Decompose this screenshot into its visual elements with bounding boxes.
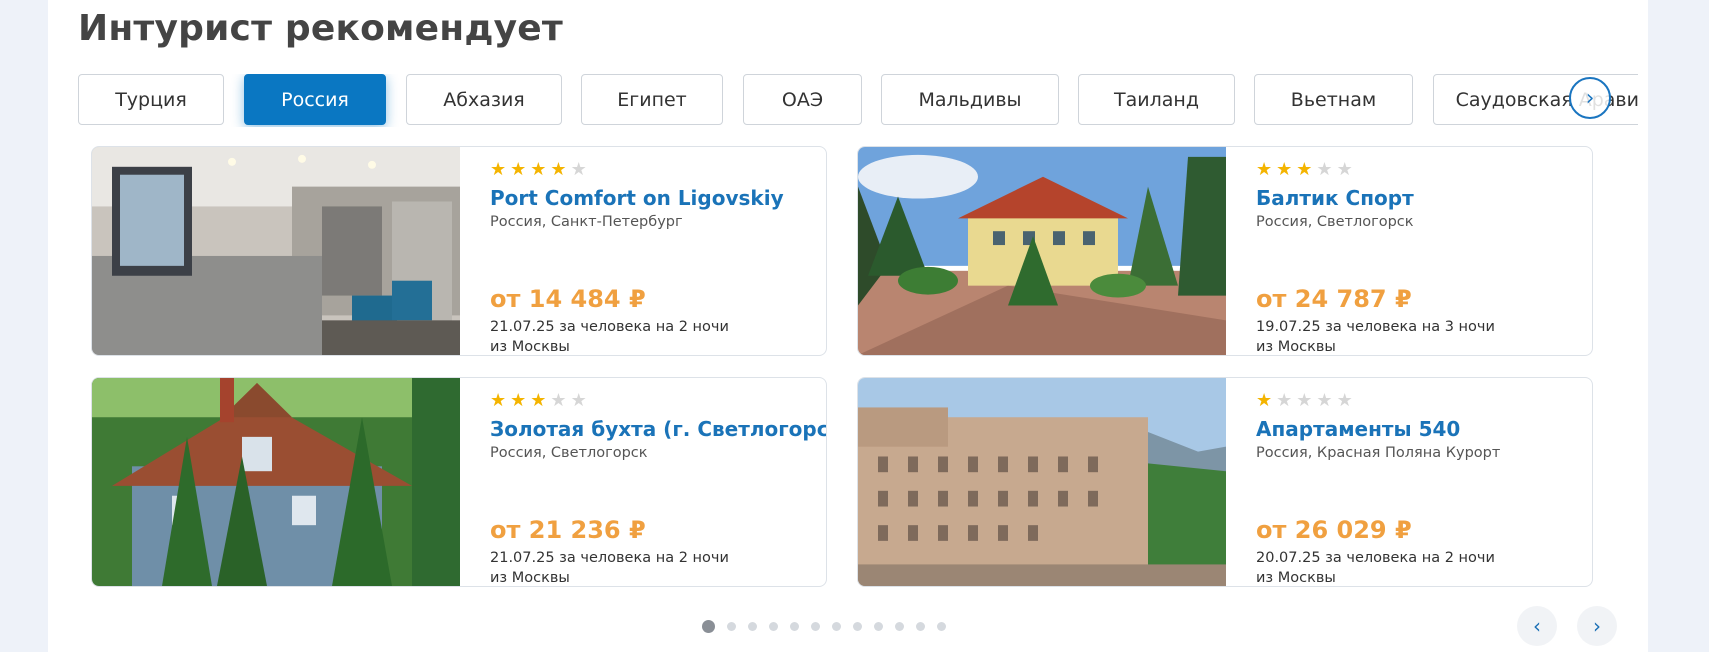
tab-maldives[interactable]: Мальдивы [881,74,1059,125]
tab-vietnam[interactable]: Вьетнам [1254,74,1413,125]
prev-button[interactable]: ‹ [1517,606,1557,646]
tab-thailand[interactable]: Таиланд [1078,74,1235,125]
pagination-dot[interactable] [853,621,862,631]
pagination-dot[interactable] [702,619,715,633]
star-filled-icon: ★ [530,159,547,180]
chevron-left-icon: ‹ [1533,614,1541,638]
hotel-card[interactable]: ★ ★ ★ ★ ★ Апартаменты 540 Россия, Красная По… [857,377,1593,587]
hotel-location: Россия, Санкт-Петербург [490,214,683,230]
hotel-card[interactable]: ★ ★ ★ ★ ★ Золотая бухта (г. Светлогорск) Рос… [91,377,827,587]
tab-turkey[interactable]: Турция [78,74,224,125]
mountain-resort-photo [858,378,1226,586]
hotel-lobby-photo [92,147,460,355]
star-filled-icon: ★ [490,159,507,180]
hotel-location: Россия, Светлогорск [490,445,648,461]
star-empty-icon: ★ [1336,159,1353,180]
pagination-dot[interactable] [874,621,883,631]
yellow-villa-photo [858,147,1226,355]
star-empty-icon: ★ [570,390,587,411]
star-empty-icon: ★ [1336,390,1353,411]
hotel-card[interactable]: ★ ★ ★ ★ ★ Port Comfort on Ligovskiy Россия, … [91,146,827,356]
pagination-dot[interactable] [895,621,904,631]
hotel-name[interactable]: Апартаменты 540 [1256,417,1582,441]
star-filled-icon: ★ [1256,390,1273,411]
chevron-right-icon: › [1593,614,1601,638]
hotel-info: ★ ★ ★ ★ ★ Апартаменты 540 Россия, Красная По… [1256,392,1582,587]
star-rating: ★ ★ ★ ★ ★ [1256,161,1582,179]
tabs-next-button[interactable]: › [1569,77,1611,119]
departure-city: из Москвы [1256,570,1336,586]
hotel-price: от 26 029 ₽ [1256,516,1412,544]
pagination-dot[interactable] [748,621,757,631]
price-terms: 19.07.25 за человека на 3 ночи из Москвы [1256,317,1495,355]
price-dates: 20.07.25 за человека на 2 ночи [1256,550,1495,566]
star-empty-icon: ★ [1296,390,1313,411]
hotel-price: от 21 236 ₽ [490,516,646,544]
price-dates: 21.07.25 за человека на 2 ночи [490,550,729,566]
star-rating: ★ ★ ★ ★ ★ [1256,392,1582,410]
star-rating: ★ ★ ★ ★ ★ [490,392,816,410]
star-filled-icon: ★ [1296,159,1313,180]
star-filled-icon: ★ [550,159,567,180]
star-empty-icon: ★ [570,159,587,180]
next-button[interactable]: › [1577,606,1617,646]
star-filled-icon: ★ [1276,159,1293,180]
star-empty-icon: ★ [1316,390,1333,411]
star-filled-icon: ★ [490,390,507,411]
hotel-location: Россия, Светлогорск [1256,214,1414,230]
star-empty-icon: ★ [1316,159,1333,180]
hotel-info: ★ ★ ★ ★ ★ Балтик Спорт Россия, Светлогорск о… [1256,161,1582,356]
star-filled-icon: ★ [530,390,547,411]
wooden-house-photo [92,378,460,586]
tab-egypt[interactable]: Египет [581,74,723,125]
departure-city: из Москвы [1256,339,1336,355]
price-terms: 21.07.25 за человека на 2 ночи из Москвы [490,548,729,586]
pagination-dot[interactable] [727,621,736,631]
hotel-price: от 24 787 ₽ [1256,285,1412,313]
hotel-location: Россия, Красная Поляна Курорт [1256,445,1501,461]
pagination-dots [702,619,946,633]
pagination-dot[interactable] [790,621,799,631]
tab-abkhazia[interactable]: Абхазия [406,74,562,125]
star-rating: ★ ★ ★ ★ ★ [490,161,816,179]
star-filled-icon: ★ [1256,159,1273,180]
pagination-dot[interactable] [832,621,841,631]
hotel-card[interactable]: ★ ★ ★ ★ ★ Балтик Спорт Россия, Светлогорск о… [857,146,1593,356]
price-dates: 21.07.25 за человека на 2 ночи [490,319,729,335]
hotel-name[interactable]: Золотая бухта (г. Светлогорск) [490,417,826,441]
tab-russia[interactable]: Россия [244,74,386,125]
star-empty-icon: ★ [1276,390,1293,411]
star-empty-icon: ★ [550,390,567,411]
hotel-name[interactable]: Port Comfort on Ligovskiy [490,186,816,210]
pagination-dot[interactable] [811,621,820,631]
pagination-dot[interactable] [916,621,925,631]
departure-city: из Москвы [490,339,570,355]
hotel-info: ★ ★ ★ ★ ★ Port Comfort on Ligovskiy Россия, … [490,161,816,356]
pagination-dot[interactable] [769,621,778,631]
price-terms: 21.07.25 за человека на 2 ночи из Москвы [490,317,729,355]
pagination-dot[interactable] [937,621,946,631]
price-dates: 19.07.25 за человека на 3 ночи [1256,319,1495,335]
tab-uae[interactable]: ОАЭ [743,74,862,125]
country-tabs: Турция Россия Абхазия Египет ОАЭ Мальдив… [78,74,1638,127]
star-filled-icon: ★ [510,390,527,411]
hotel-price: от 14 484 ₽ [490,285,646,313]
price-terms: 20.07.25 за человека на 2 ночи из Москвы [1256,548,1495,586]
departure-city: из Москвы [490,570,570,586]
hotel-name[interactable]: Балтик Спорт [1256,186,1582,210]
chevron-right-icon: › [1585,85,1595,111]
section-title: Интурист рекомендует [78,8,563,49]
hotel-info: ★ ★ ★ ★ ★ Золотая бухта (г. Светлогорск) Рос… [490,392,826,587]
star-filled-icon: ★ [510,159,527,180]
